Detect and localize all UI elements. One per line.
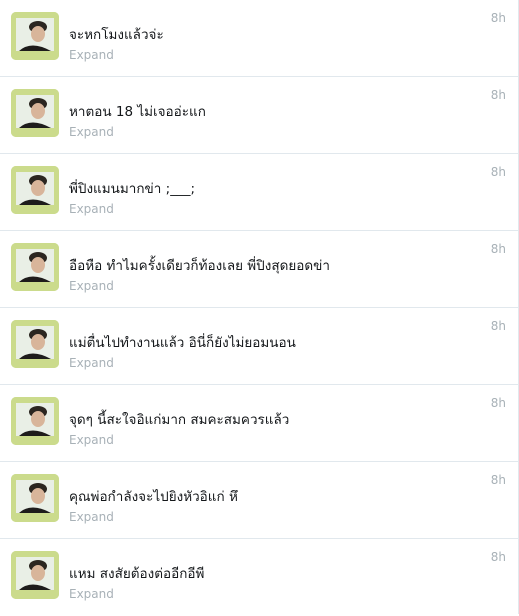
tweet-item[interactable]: แหม สงสัยต้องต่ออีกอีพี Expand 8h bbox=[0, 539, 518, 616]
tweet-item[interactable]: อือหือ ทำไมครั้งเดียวก็ท้องเลย พี่ปิงสุด… bbox=[0, 231, 518, 308]
tweet-timestamp[interactable]: 8h bbox=[491, 550, 506, 564]
tweet-timestamp[interactable]: 8h bbox=[491, 11, 506, 25]
tweet-content: พี่ปิงแมนมากข่า ;___; Expand bbox=[69, 180, 458, 217]
tweet-item[interactable]: พี่ปิงแมนมากข่า ;___; Expand 8h bbox=[0, 154, 518, 231]
tweet-content: จะหกโมงแล้วจ่ะ Expand bbox=[69, 26, 458, 63]
tweet-text: คุณพ่อกำลังจะไปยิงหัวอิแก่ หึ bbox=[69, 489, 238, 505]
expand-link[interactable]: Expand bbox=[69, 202, 114, 216]
tweet-item[interactable]: คุณพ่อกำลังจะไปยิงหัวอิแก่ หึ Expand 8h bbox=[0, 462, 518, 539]
tweet-item[interactable]: หาตอน 18 ไม่เจออ่ะแก Expand 8h bbox=[0, 77, 518, 154]
expand-link[interactable]: Expand bbox=[69, 587, 114, 601]
expand-link[interactable]: Expand bbox=[69, 433, 114, 447]
tweet-item[interactable]: แม่ตื่นไปทำงานแล้ว อินี่ก็ยังไม่ยอมนอน E… bbox=[0, 308, 518, 385]
tweet-item[interactable]: จะหกโมงแล้วจ่ะ Expand 8h bbox=[0, 0, 518, 77]
tweet-text: จะหกโมงแล้วจ่ะ bbox=[69, 27, 164, 43]
tweet-timestamp[interactable]: 8h bbox=[491, 319, 506, 333]
expand-link[interactable]: Expand bbox=[69, 125, 114, 139]
user-photo-icon[interactable] bbox=[11, 551, 59, 599]
user-photo-icon[interactable] bbox=[11, 320, 59, 368]
user-photo-icon[interactable] bbox=[11, 12, 59, 60]
user-photo-icon[interactable] bbox=[11, 397, 59, 445]
tweet-timestamp[interactable]: 8h bbox=[491, 165, 506, 179]
tweet-timestamp[interactable]: 8h bbox=[491, 242, 506, 256]
tweet-item[interactable]: จุดๆ นี้สะใจอิแก่มาก สมคะสมควรแล้ว Expan… bbox=[0, 385, 518, 462]
user-photo-icon[interactable] bbox=[11, 89, 59, 137]
tweet-content: แหม สงสัยต้องต่ออีกอีพี Expand bbox=[69, 565, 458, 602]
tweet-content: อือหือ ทำไมครั้งเดียวก็ท้องเลย พี่ปิงสุด… bbox=[69, 257, 458, 294]
tweet-text: พี่ปิงแมนมากข่า ;___; bbox=[69, 181, 195, 197]
expand-link[interactable]: Expand bbox=[69, 279, 114, 293]
user-photo-icon[interactable] bbox=[11, 243, 59, 291]
expand-link[interactable]: Expand bbox=[69, 356, 114, 370]
tweet-timestamp[interactable]: 8h bbox=[491, 88, 506, 102]
user-photo-icon[interactable] bbox=[11, 474, 59, 522]
tweet-content: จุดๆ นี้สะใจอิแก่มาก สมคะสมควรแล้ว Expan… bbox=[69, 411, 458, 448]
tweet-timestamp[interactable]: 8h bbox=[491, 396, 506, 410]
expand-link[interactable]: Expand bbox=[69, 48, 114, 62]
expand-link[interactable]: Expand bbox=[69, 510, 114, 524]
tweet-text: หาตอน 18 ไม่เจออ่ะแก bbox=[69, 104, 206, 120]
tweet-content: คุณพ่อกำลังจะไปยิงหัวอิแก่ หึ Expand bbox=[69, 488, 458, 525]
tweet-text: แหม สงสัยต้องต่ออีกอีพี bbox=[69, 566, 205, 582]
tweet-text: อือหือ ทำไมครั้งเดียวก็ท้องเลย พี่ปิงสุด… bbox=[69, 258, 330, 274]
tweet-content: หาตอน 18 ไม่เจออ่ะแก Expand bbox=[69, 103, 458, 140]
user-photo-icon[interactable] bbox=[11, 166, 59, 214]
tweet-content: แม่ตื่นไปทำงานแล้ว อินี่ก็ยังไม่ยอมนอน E… bbox=[69, 334, 458, 371]
tweet-text: แม่ตื่นไปทำงานแล้ว อินี่ก็ยังไม่ยอมนอน bbox=[69, 335, 296, 351]
tweet-timestamp[interactable]: 8h bbox=[491, 473, 506, 487]
tweet-stream: จะหกโมงแล้วจ่ะ Expand 8h หาตอน 18 ไม่เจอ… bbox=[0, 0, 519, 614]
tweet-text: จุดๆ นี้สะใจอิแก่มาก สมคะสมควรแล้ว bbox=[69, 412, 290, 428]
